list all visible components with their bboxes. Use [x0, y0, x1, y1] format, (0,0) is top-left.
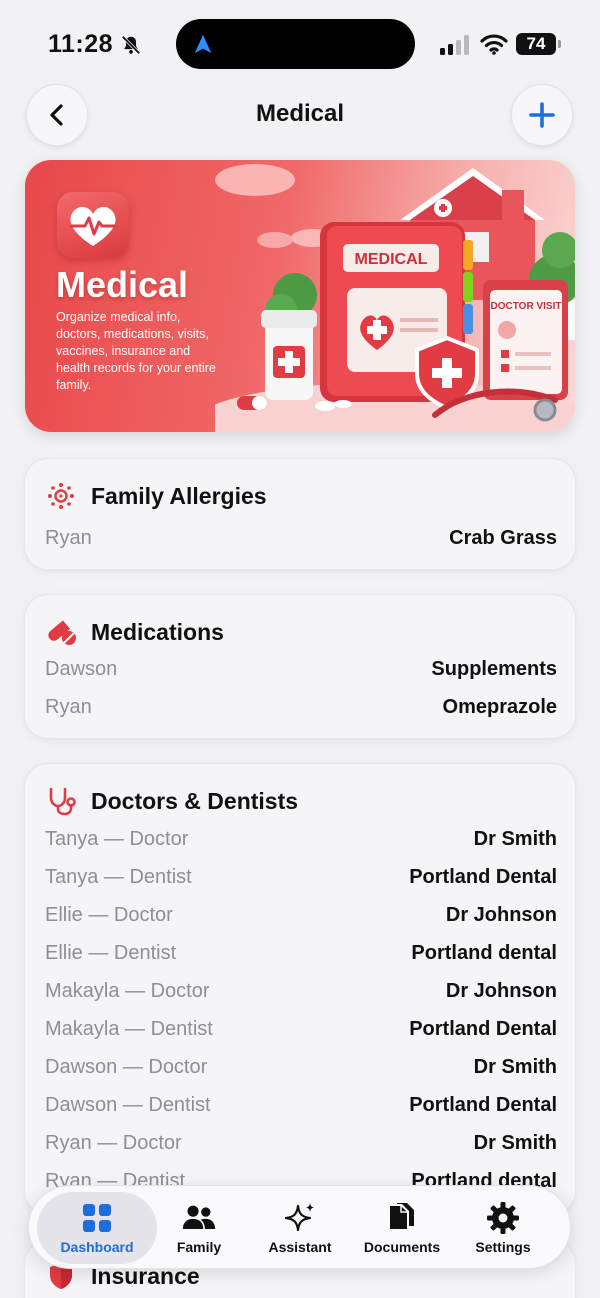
battery-level: 74: [526, 34, 546, 53]
row-label: Makayla — Doctor: [45, 979, 210, 1002]
plus-icon: [529, 102, 555, 128]
wifi-icon: [480, 34, 508, 55]
row-label: Ellie — Doctor: [45, 903, 173, 926]
row-label: Dawson: [45, 657, 118, 680]
documents-icon: [390, 1203, 414, 1229]
back-button[interactable]: [26, 84, 88, 146]
dynamic-island: [176, 19, 415, 69]
list-item: Makayla — Doctor Dr Johnson: [45, 972, 557, 1010]
tab-label: Family: [176, 1239, 222, 1255]
row-value: Portland Dental: [409, 865, 557, 888]
sparkles-icon: [284, 1203, 314, 1232]
tab-label: Assistant: [268, 1239, 332, 1255]
row-value: Dr Johnson: [445, 979, 557, 1002]
row-label: Ryan: [45, 526, 92, 549]
row-value: Dr Smith: [473, 827, 557, 850]
row-value: Supplements: [431, 657, 557, 680]
row-value: Dr Smith: [473, 1055, 557, 1078]
list-item: Ellie — Dentist Portland dental: [45, 934, 557, 972]
card-title: Family Allergies: [91, 482, 267, 509]
people-icon: [182, 1205, 216, 1230]
tab-label: Documents: [363, 1239, 441, 1255]
row-value: Omeprazole: [442, 695, 557, 718]
row-value: Dr Smith: [473, 1131, 557, 1154]
bell-slash-icon: [121, 35, 141, 55]
card-title: Medications: [91, 618, 224, 645]
list-item: Tanya — Doctor Dr Smith: [45, 820, 557, 858]
list-item: Makayla — Dentist Portland Dental: [45, 1010, 557, 1048]
list-item: Ryan Omeprazole: [45, 688, 557, 726]
row-label: Ryan — Doctor: [45, 1131, 182, 1154]
row-label: Tanya — Doctor: [45, 827, 189, 850]
list-item: Tanya — Dentist Portland Dental: [45, 858, 557, 896]
card-title: Doctors & Dentists: [91, 787, 299, 814]
heart-pulse-icon: [57, 192, 129, 258]
row-label: Dawson — Doctor: [45, 1055, 208, 1078]
tab-bar: Dashboard Family Assistant Documents Set…: [28, 1185, 571, 1269]
status-time: 11:28: [48, 30, 114, 58]
gear-icon: [487, 1202, 519, 1234]
row-label: Makayla — Dentist: [45, 1017, 213, 1040]
allergy-icon: [48, 483, 74, 509]
medical-hero-banner: Medical Organize medical info, doctors, …: [25, 160, 575, 432]
cellular-signal-icon: [440, 35, 469, 55]
tab-settings[interactable]: Settings: [443, 1192, 563, 1264]
hero-title: Medical: [56, 264, 189, 305]
book-label: MEDICAL: [355, 251, 428, 268]
list-item: Ryan — Doctor Dr Smith: [45, 1124, 557, 1162]
list-item: Ellie — Doctor Dr Johnson: [45, 896, 557, 934]
family-allergies-card[interactable]: Family Allergies Ryan Crab Grass: [24, 458, 576, 570]
row-label: Dawson — Dentist: [45, 1093, 211, 1116]
list-item: Dawson — Doctor Dr Smith: [45, 1048, 557, 1086]
row-label: Ryan: [45, 695, 92, 718]
grid-icon: [83, 1204, 111, 1232]
row-label: Tanya — Dentist: [45, 865, 192, 888]
status-bar: 11:28 74: [0, 0, 600, 90]
battery-indicator: 74: [516, 33, 562, 55]
chevron-left-icon: [50, 104, 63, 126]
row-value: Portland Dental: [409, 1017, 557, 1040]
list-item: Dawson Supplements: [45, 650, 557, 688]
row-value: Dr Johnson: [445, 903, 557, 926]
page-title: Medical: [255, 100, 345, 127]
row-value: Portland dental: [411, 941, 557, 964]
hero-description: Organize medical info, doctors, medicati…: [56, 310, 216, 392]
medical-illustration: MEDICAL DOCTOR VISIT: [215, 164, 575, 432]
row-label: Ellie — Dentist: [45, 941, 177, 964]
stethoscope-icon: [49, 787, 76, 816]
location-arrow-icon: [194, 34, 212, 54]
tab-label: Dashboard: [60, 1239, 134, 1255]
list-item: Ryan Crab Grass: [45, 519, 557, 557]
pills-icon: [48, 620, 76, 645]
row-value: Crab Grass: [449, 526, 557, 549]
list-item: Dawson — Dentist Portland Dental: [45, 1086, 557, 1124]
clipboard-label: DOCTOR VISIT: [491, 301, 562, 312]
tab-label: Settings: [475, 1239, 531, 1255]
doctors-dentists-card[interactable]: Doctors & Dentists Tanya — Doctor Dr Smi…: [24, 763, 576, 1215]
medications-card[interactable]: Medications Dawson Supplements Ryan Omep…: [24, 594, 576, 739]
row-value: Portland Dental: [409, 1093, 557, 1116]
add-button[interactable]: [511, 84, 573, 146]
